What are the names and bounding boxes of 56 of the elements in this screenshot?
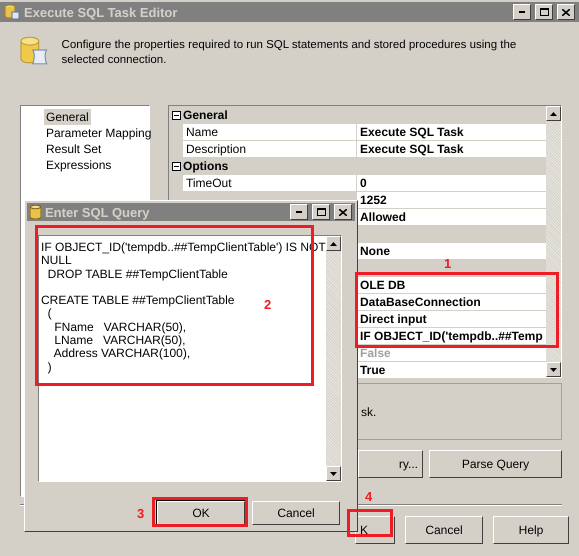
close-icon xyxy=(339,208,347,216)
property-value[interactable]: 0 xyxy=(357,175,546,192)
up-arrow-icon xyxy=(330,242,337,246)
maximize-button[interactable] xyxy=(535,4,553,20)
property-name: Description xyxy=(183,141,357,158)
category-label: General xyxy=(183,107,228,124)
property-value[interactable]: Direct input xyxy=(357,311,546,328)
minimize-button[interactable] xyxy=(513,4,531,20)
property-value[interactable]: DataBaseConnection xyxy=(357,294,546,311)
scroll-bar[interactable] xyxy=(546,106,561,377)
header-description: Configure the properties required to run SQL statements and stored procedures using the selected connection. xyxy=(62,38,518,68)
maximize-icon xyxy=(316,208,326,216)
property-value[interactable]: None xyxy=(357,243,546,260)
collapse-icon[interactable] xyxy=(172,111,180,120)
collapse-icon[interactable] xyxy=(172,162,180,171)
property-value[interactable]: Allowed xyxy=(357,209,546,226)
annotation-number: 3 xyxy=(137,506,144,521)
property-value[interactable]: IF OBJECT_ID('tempdb..##Temp xyxy=(357,328,546,345)
minimize-button[interactable] xyxy=(290,204,308,220)
property-value[interactable]: Execute SQL Task xyxy=(357,124,546,141)
cancel-button[interactable]: Cancel xyxy=(405,516,483,544)
description-text: sk. xyxy=(361,404,376,418)
page-list-item[interactable]: Result Set xyxy=(44,141,104,157)
dialog-title: Enter SQL Query xyxy=(45,204,151,220)
close-button[interactable] xyxy=(557,4,575,20)
database-icon xyxy=(30,205,41,219)
close-icon xyxy=(562,8,570,16)
cancel-button[interactable]: Cancel xyxy=(252,501,340,525)
property-value[interactable]: True xyxy=(357,362,546,379)
build-query-button[interactable]: ry... xyxy=(358,450,423,478)
close-button[interactable] xyxy=(334,204,352,220)
page-list-item[interactable]: Expressions xyxy=(44,157,114,173)
maximize-button[interactable] xyxy=(312,204,330,220)
property-name: TimeOut xyxy=(183,175,357,192)
database-icon xyxy=(4,4,20,20)
help-button[interactable]: Help xyxy=(493,516,569,544)
scroll-bar[interactable] xyxy=(326,236,341,481)
maximize-icon xyxy=(540,8,548,16)
minimize-icon xyxy=(519,11,525,13)
up-arrow-icon xyxy=(550,112,557,116)
down-arrow-icon xyxy=(550,368,557,372)
page-list-item[interactable]: Parameter Mapping xyxy=(44,125,154,141)
annotation-box xyxy=(347,509,393,537)
category-label: Options xyxy=(183,158,228,175)
property-value[interactable]: Execute SQL Task xyxy=(357,141,546,158)
property-value[interactable]: OLE DB xyxy=(357,277,546,294)
property-value[interactable]: 1252 xyxy=(357,192,546,209)
window-title: Execute SQL Task Editor xyxy=(24,4,178,20)
annotation-number: 4 xyxy=(365,489,372,504)
annotation-number: 2 xyxy=(264,297,272,312)
property-name: Name xyxy=(183,124,357,141)
page-list-item[interactable]: General xyxy=(44,109,91,125)
ok-button[interactable]: OK xyxy=(157,501,245,525)
minimize-icon xyxy=(296,211,302,213)
parse-query-button[interactable]: Parse Query xyxy=(429,450,562,478)
down-arrow-icon xyxy=(330,472,337,476)
